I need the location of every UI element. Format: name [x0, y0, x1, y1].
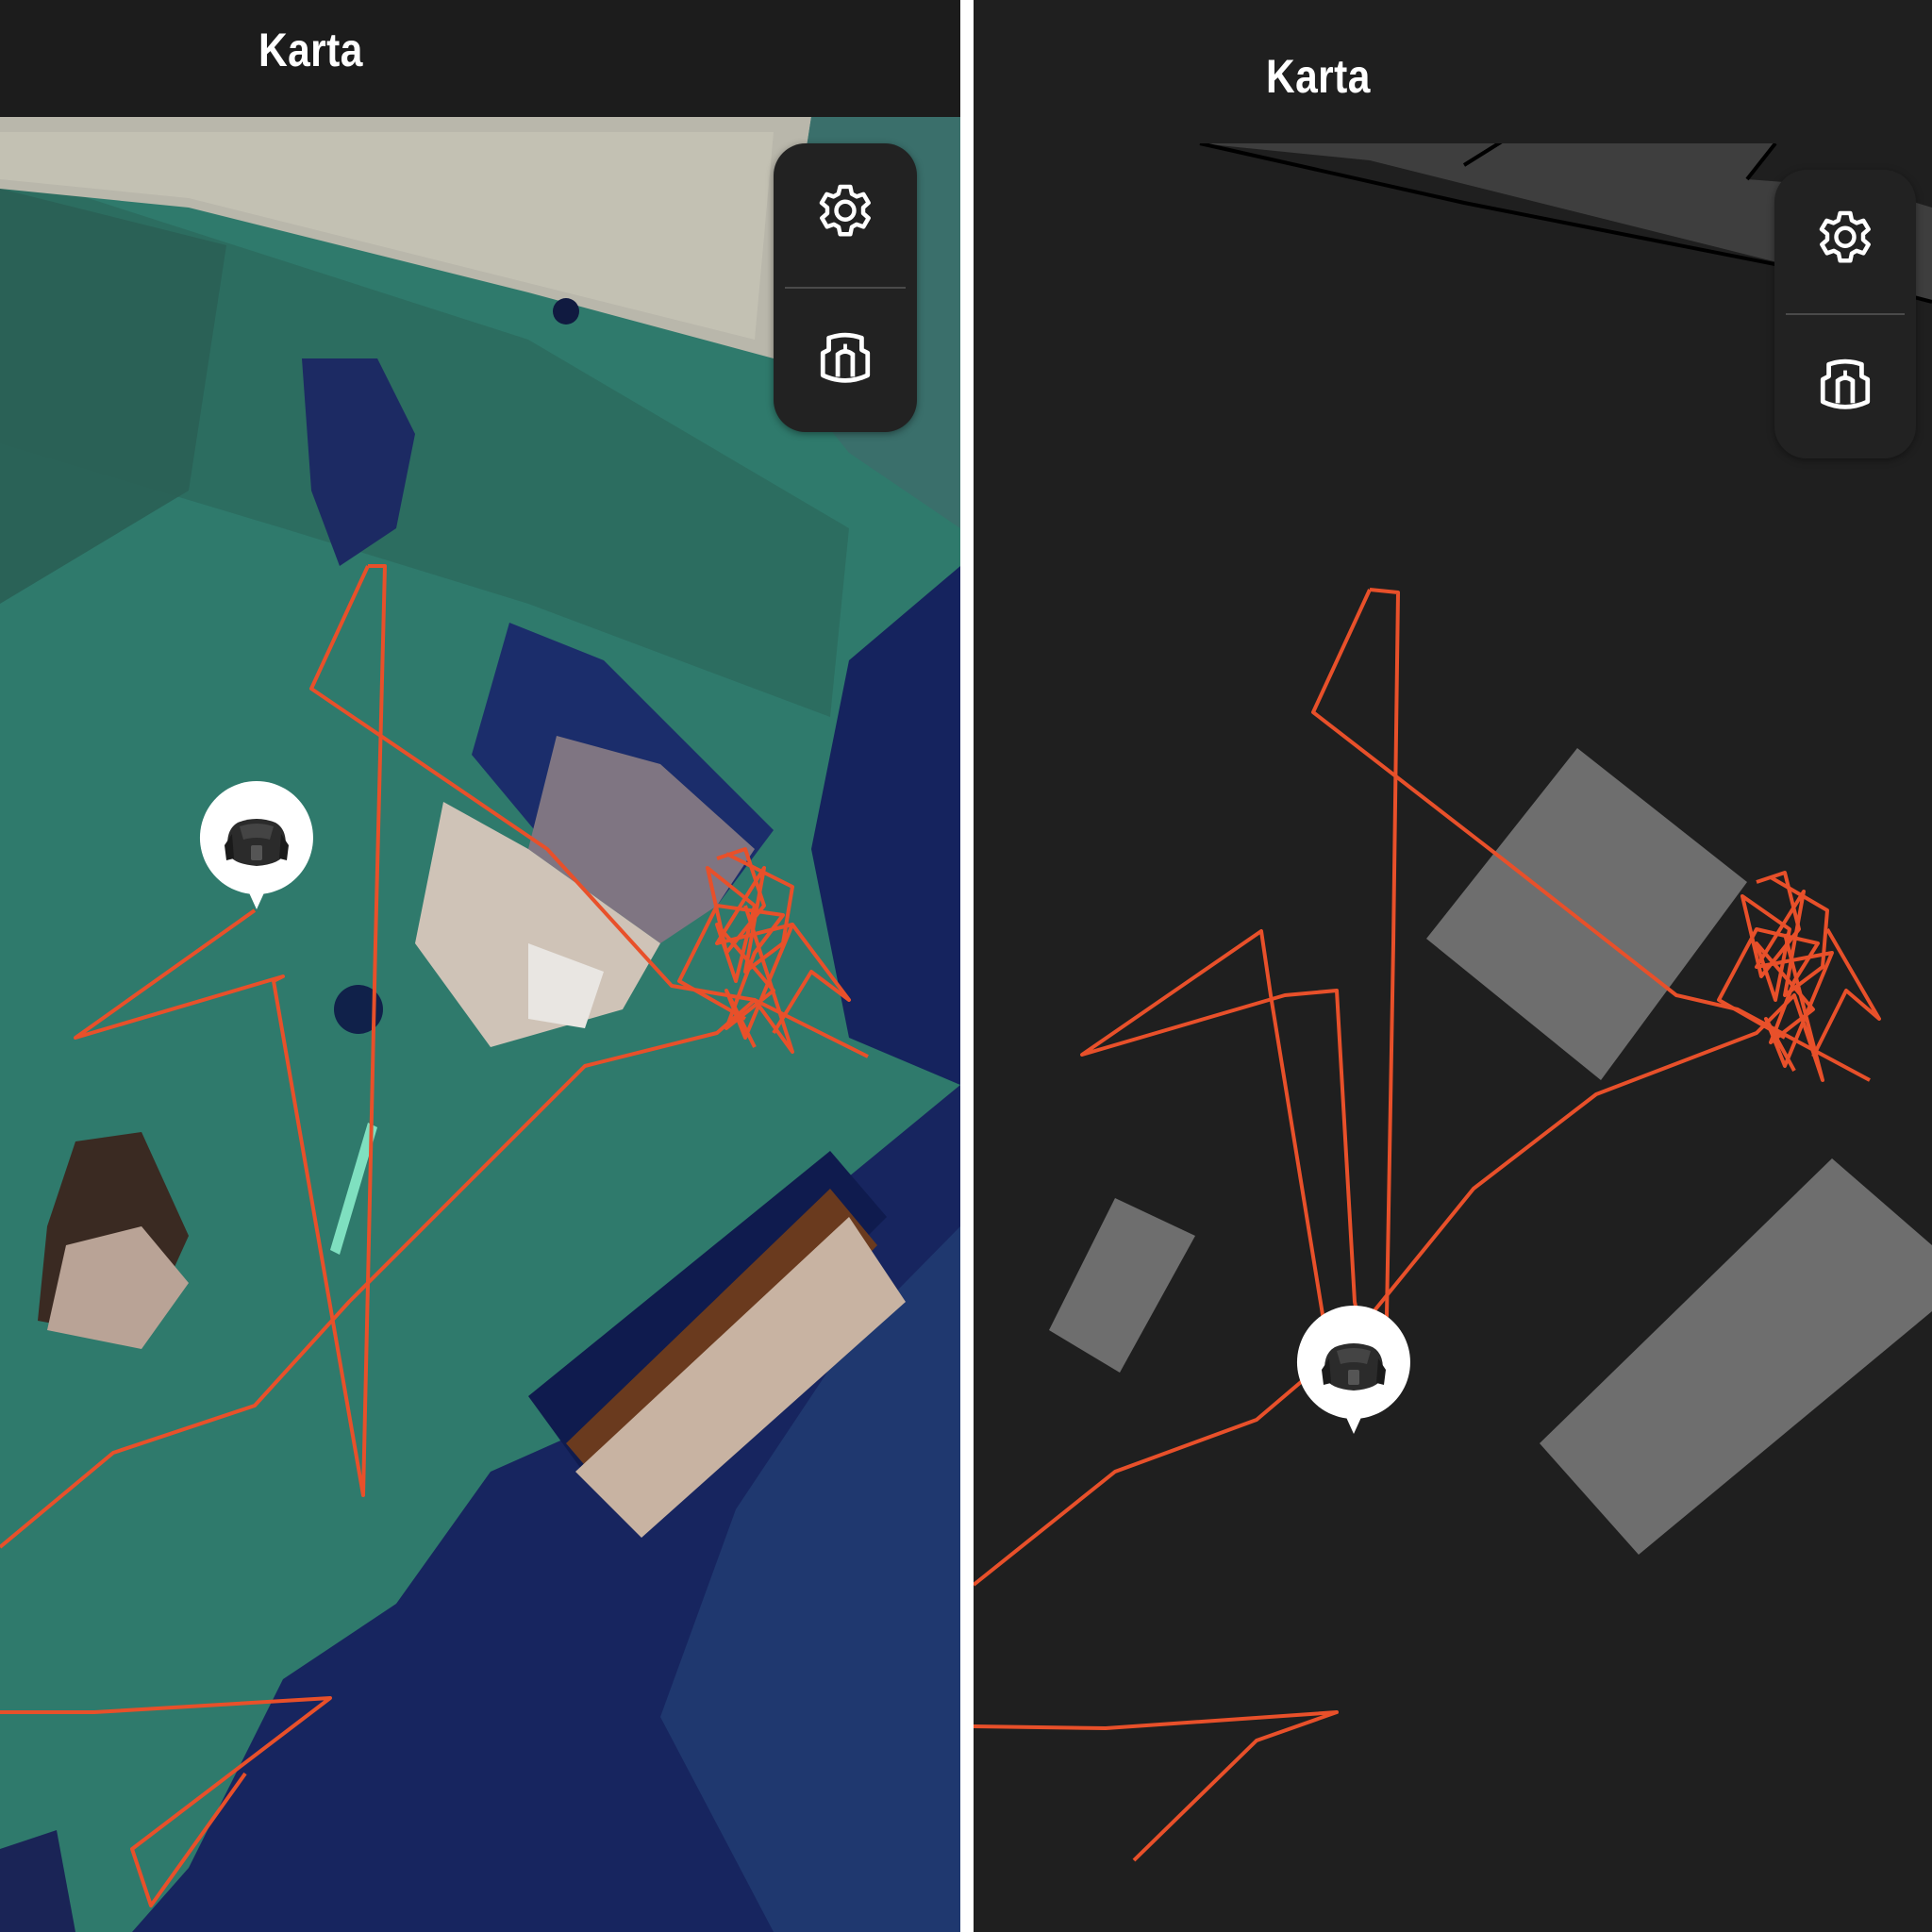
charging-station-icon [820, 332, 871, 383]
gear-icon [819, 184, 871, 237]
map-view-schematic[interactable]: Karta [974, 0, 1932, 1932]
gear-icon [1819, 210, 1871, 263]
settings-button[interactable] [774, 143, 917, 287]
map-controls [1774, 170, 1916, 458]
page-title: Karta [258, 24, 363, 76]
mower-location-pin[interactable] [196, 777, 317, 920]
top-bar: Karta [974, 0, 1932, 143]
top-bar: Karta [0, 0, 960, 117]
page-title: Karta [1266, 50, 1371, 103]
settings-button[interactable] [1774, 170, 1916, 313]
robot-mower-icon [1296, 1306, 1410, 1434]
mower-location-pin[interactable] [1293, 1302, 1414, 1444]
charging-station-icon [1820, 358, 1871, 409]
robot-mower-icon [199, 781, 313, 909]
map-view-satellite[interactable]: Karta [0, 0, 960, 1932]
panel-divider [960, 0, 974, 1932]
charging-station-button[interactable] [774, 289, 917, 432]
charging-station-button[interactable] [1774, 315, 1916, 458]
map-controls [774, 143, 917, 432]
